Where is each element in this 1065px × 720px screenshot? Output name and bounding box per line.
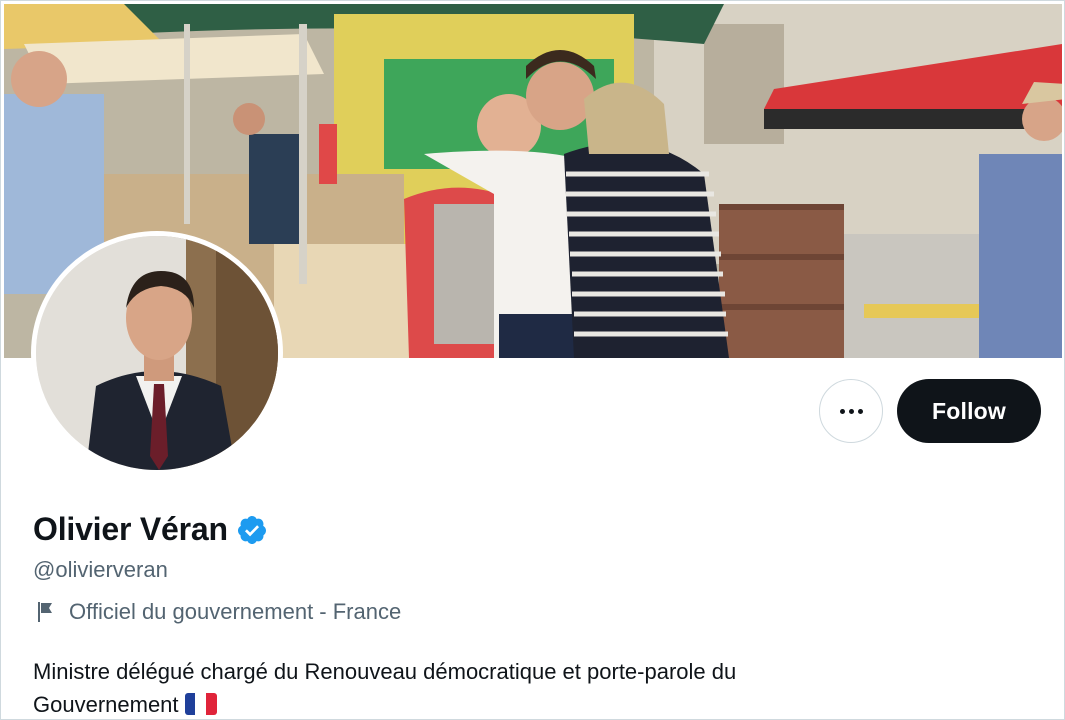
display-name: Olivier Véran [33,511,228,547]
verified-badge-icon[interactable] [236,514,268,546]
user-handle: @olivierveran [33,557,168,582]
follow-button[interactable]: Follow [897,379,1041,443]
avatar-portrait-illustration [36,236,278,470]
affiliation-text: Officiel du gouvernement - France [69,599,402,624]
bio-line-2: Gouvernement [33,692,179,717]
more-horizontal-icon [839,408,863,414]
more-options-button[interactable] [819,379,883,443]
name-row: Olivier Véran [33,511,268,548]
profile-avatar[interactable] [31,231,283,475]
avatar-photo [36,236,278,470]
profile-bio: Ministre délégué chargé du Renouveau dém… [33,655,1033,719]
french-flag-icon [184,693,217,715]
bio-line-1: Ministre délégué chargé du Renouveau dém… [33,659,737,684]
flag-icon [38,602,52,622]
affiliation-label: Officiel du gouvernement - France [33,599,401,625]
profile-card: Follow Olivier Véran @olivierveran Offic… [0,0,1065,720]
